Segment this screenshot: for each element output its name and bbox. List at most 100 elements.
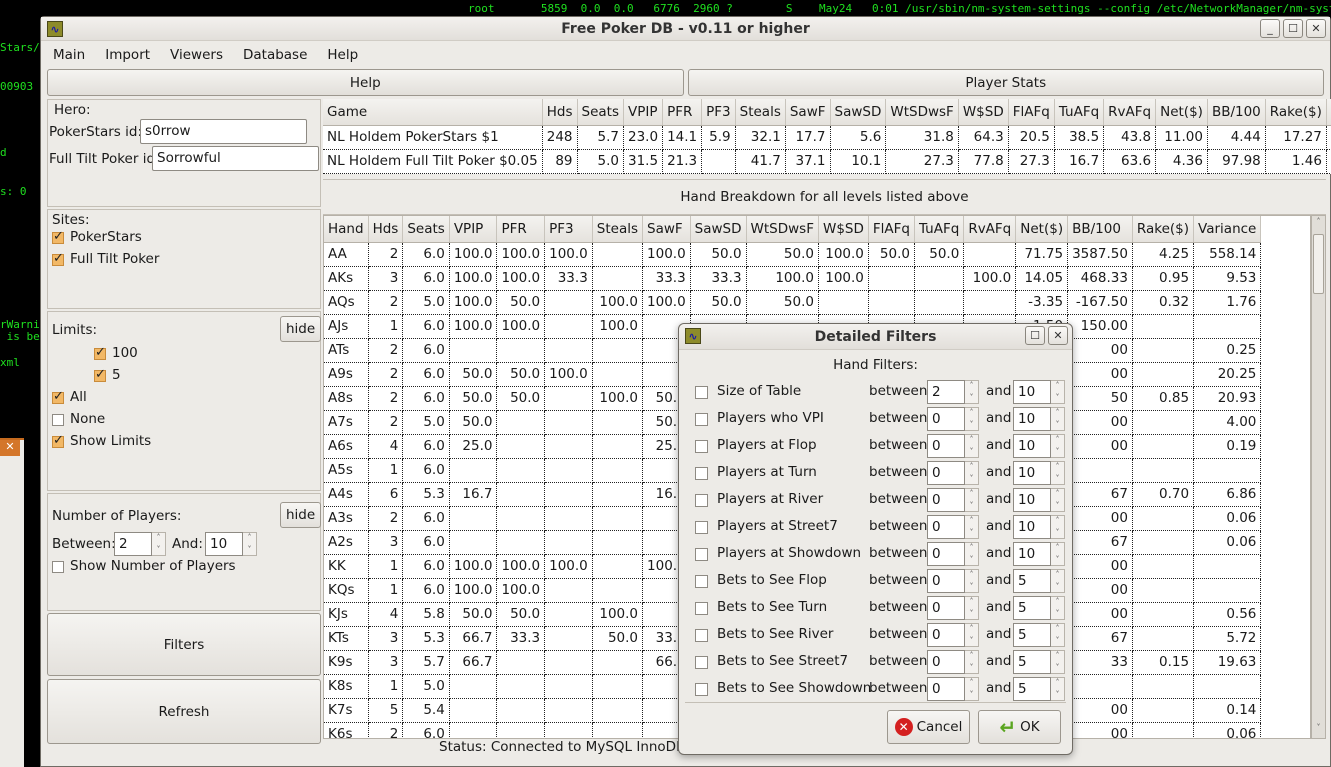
spin-down-icon[interactable]: ˅ [970, 420, 974, 430]
filter-min-value[interactable]: 0 [927, 569, 965, 593]
filter-max-spinner[interactable]: 10 ˄ ˅ [1013, 407, 1065, 431]
spin-down-icon[interactable]: ˅ [1056, 528, 1060, 538]
column-header-tuafq[interactable]: TuAFq [1054, 99, 1105, 126]
filter-max-spinner[interactable]: 10 ˄ ˅ [1013, 515, 1065, 539]
limits-hide-button[interactable]: hide [280, 316, 322, 342]
close-icon[interactable]: ✕ [0, 440, 20, 456]
column-header-net-[interactable]: Net($) [1015, 216, 1069, 243]
spin-down-icon[interactable]: ˅ [1056, 636, 1060, 646]
column-header-vpip[interactable]: VPIP [449, 216, 498, 243]
spin-up-icon[interactable]: ˄ [1056, 651, 1060, 661]
filter-max-value[interactable]: 5 [1013, 623, 1051, 647]
spin-up-icon[interactable]: ˄ [1056, 543, 1060, 553]
close-button[interactable]: ✕ [1306, 19, 1326, 38]
spin-down-icon[interactable]: ˅ [1056, 690, 1060, 700]
players-min-spinner[interactable]: 2 ˄ ˅ [114, 532, 166, 556]
ok-button[interactable]: ↵ OK [978, 710, 1061, 744]
dialog-maximize-button[interactable]: ☐ [1025, 326, 1045, 345]
spin-up-icon[interactable]: ˄ [1056, 435, 1060, 445]
menu-viewers[interactable]: Viewers [168, 45, 225, 65]
spin-up-icon[interactable]: ˄ [1056, 570, 1060, 580]
scrollbar-thumb[interactable] [1313, 234, 1324, 294]
filter-min-spinner[interactable]: 0 ˄ ˅ [927, 461, 979, 485]
fulltilt-id-input[interactable]: Sorrowful [152, 146, 319, 171]
limits-none-checkbox[interactable] [52, 414, 64, 426]
spin-down-icon[interactable]: ˅ [970, 609, 974, 619]
spin-down-icon[interactable]: ˅ [970, 555, 974, 565]
column-header-variance[interactable]: Variance [1326, 99, 1331, 126]
menu-help[interactable]: Help [325, 45, 360, 65]
spin-down-icon[interactable]: ˅ [970, 582, 974, 592]
spin-down-icon[interactable]: ˅ [1056, 555, 1060, 565]
filter-checkbox[interactable] [695, 521, 708, 534]
filter-min-spinner[interactable]: 0 ˄ ˅ [927, 407, 979, 431]
spin-down-icon[interactable]: ˅ [970, 663, 974, 673]
filter-max-value[interactable]: 10 [1013, 407, 1051, 431]
filter-max-value[interactable]: 10 [1013, 515, 1051, 539]
column-header-pfr[interactable]: PFR [662, 99, 703, 126]
hand-table-scrollbar[interactable]: ˄ ˅ [1311, 215, 1326, 739]
filter-max-value[interactable]: 5 [1013, 596, 1051, 620]
spin-down-icon[interactable]: ˅ [970, 690, 974, 700]
filter-max-spinner[interactable]: 5 ˄ ˅ [1013, 677, 1065, 701]
filter-checkbox[interactable] [695, 467, 708, 480]
minimize-button[interactable]: _ [1260, 19, 1280, 38]
filter-checkbox[interactable] [695, 629, 708, 642]
spin-down-icon[interactable]: ˅ [1056, 501, 1060, 511]
filter-min-spinner[interactable]: 0 ˄ ˅ [927, 488, 979, 512]
filter-min-value[interactable]: 0 [927, 677, 965, 701]
spin-down-icon[interactable]: ˅ [1056, 663, 1060, 673]
players-hide-button[interactable]: hide [280, 502, 322, 528]
filter-min-spinner[interactable]: 0 ˄ ˅ [927, 515, 979, 539]
column-header-steals[interactable]: Steals [735, 99, 786, 126]
dialog-title-bar[interactable]: ∿ Detailed Filters ☐ ✕ [679, 324, 1072, 350]
refresh-button[interactable]: Refresh [47, 679, 321, 744]
filter-max-value[interactable]: 10 [1013, 461, 1051, 485]
filter-checkbox[interactable] [695, 548, 708, 561]
filter-checkbox[interactable] [695, 602, 708, 615]
spin-up-icon[interactable]: ˄ [1056, 624, 1060, 634]
filter-min-spinner[interactable]: 2 ˄ ˅ [927, 380, 979, 404]
spin-up-icon[interactable]: ˄ [1056, 597, 1060, 607]
column-header-hand[interactable]: Hand [324, 216, 369, 243]
filter-max-spinner[interactable]: 5 ˄ ˅ [1013, 596, 1065, 620]
column-header-sawsd[interactable]: SawSD [690, 216, 747, 243]
spin-down-icon[interactable]: ˅ [157, 545, 161, 555]
pokerstars-id-input[interactable]: s0rrow [140, 119, 307, 144]
spin-up-icon[interactable]: ˄ [1056, 516, 1060, 526]
column-header-flafq[interactable]: FlAFq [868, 216, 915, 243]
spin-down-icon[interactable]: ˅ [248, 545, 252, 555]
column-header-flafq[interactable]: FlAFq [1008, 99, 1055, 126]
filter-max-spinner[interactable]: 10 ˄ ˅ [1013, 434, 1065, 458]
column-header-pfr[interactable]: PFR [496, 216, 546, 243]
spin-down-icon[interactable]: ˅ [1056, 420, 1060, 430]
spin-down-icon[interactable]: ˅ [970, 528, 974, 538]
filter-min-value[interactable]: 2 [927, 380, 965, 404]
hand-row[interactable]: AKs 3 6.0 100.0 100.0 33.3 33.3 33.3 100.0 100.0 1… [324, 266, 1262, 291]
show-players-checkbox[interactable] [52, 561, 64, 573]
filter-min-spinner[interactable]: 0 ˄ ˅ [927, 623, 979, 647]
summary-row[interactable]: NL Holdem Full Tilt Poker $0.05 89 5.0 31.5… [323, 149, 1331, 174]
filter-checkbox[interactable] [695, 656, 708, 669]
spin-up-icon[interactable]: ˄ [157, 533, 161, 543]
spin-up-icon[interactable]: ˄ [970, 651, 974, 661]
column-header-hds[interactable]: Hds [542, 99, 578, 126]
filter-checkbox[interactable] [695, 386, 708, 399]
spin-down-icon[interactable]: ˅ [1056, 582, 1060, 592]
filter-max-value[interactable]: 10 [1013, 488, 1051, 512]
dialog-close-button[interactable]: ✕ [1048, 326, 1068, 345]
filters-button[interactable]: Filters [47, 613, 321, 676]
tab-player-stats[interactable]: Player Stats [687, 69, 1324, 96]
column-header-rvafq[interactable]: RvAFq [963, 216, 1017, 243]
filter-max-value[interactable]: 5 [1013, 677, 1051, 701]
spin-down-icon[interactable]: ˅ [1056, 609, 1060, 619]
spin-up-icon[interactable]: ˄ [248, 533, 252, 543]
column-header-sawsd[interactable]: SawSD [830, 99, 887, 126]
column-header-bb-100[interactable]: BB/100 [1207, 99, 1266, 126]
column-header-wtsdwsf[interactable]: WtSDwsF [885, 99, 959, 126]
spin-down-icon[interactable]: ˅ [970, 393, 974, 403]
column-header-bb-100[interactable]: BB/100 [1067, 216, 1133, 243]
players-max-spinner[interactable]: 10 ˄ ˅ [205, 532, 257, 556]
spin-up-icon[interactable]: ˄ [1056, 408, 1060, 418]
summary-row[interactable]: NL Holdem PokerStars $1 248 5.7 23.0 14.1 5.9… [323, 125, 1331, 150]
